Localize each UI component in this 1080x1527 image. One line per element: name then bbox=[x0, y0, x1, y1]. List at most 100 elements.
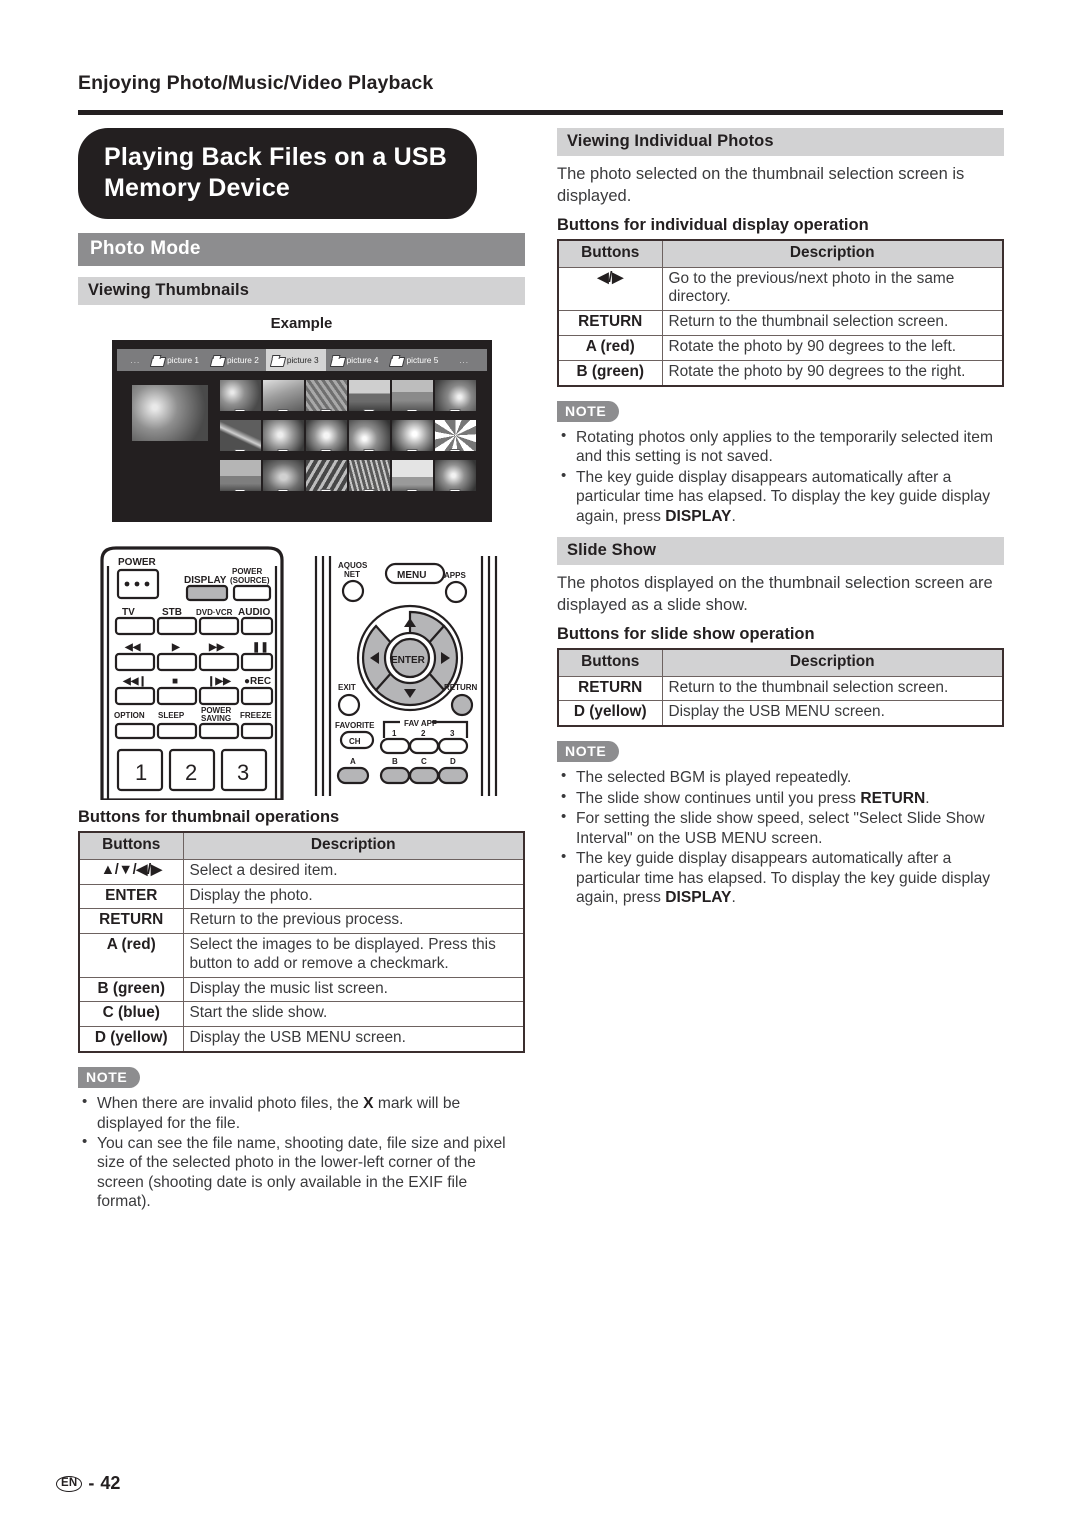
individual-display-operations-table: Buttons Description ◀/▶ Go to the previou… bbox=[557, 238, 1004, 387]
manual-page: Enjoying Photo/Music/Video Playback Play… bbox=[0, 0, 1080, 1527]
folder-tab[interactable]: picture 3 bbox=[265, 349, 326, 371]
apps-button bbox=[444, 580, 468, 604]
label-return: RETURN bbox=[444, 683, 478, 692]
table-row: B (green) Rotate the photo by 90 degrees … bbox=[557, 359, 1004, 387]
fav-app-3-button bbox=[437, 737, 469, 755]
viewing-individual-photos-body: The photo selected on the thumbnail sele… bbox=[557, 165, 965, 205]
cell-button: A (red) bbox=[557, 335, 663, 361]
prev-track-icon: ◀◀❙ bbox=[122, 676, 147, 687]
page-number: 42 bbox=[100, 1473, 121, 1493]
label-freeze: FREEZE bbox=[240, 711, 272, 720]
folder-tab[interactable]: picture 1 bbox=[146, 349, 206, 371]
label-power: POWER bbox=[118, 557, 157, 568]
thumbnail-operations-table: Buttons Description ▲/▼/◀/▶ Select a desi… bbox=[78, 831, 525, 1054]
label-display: DISPLAY bbox=[184, 575, 227, 586]
note-item: The key guide display disappears automat… bbox=[557, 848, 1004, 907]
cell-button: RETURN bbox=[557, 310, 663, 336]
remote-right-body bbox=[480, 556, 498, 796]
note-text: The key guide display disappears automat… bbox=[576, 468, 991, 525]
individual-display-table-heading: Buttons for individual display operation bbox=[557, 215, 869, 234]
label-ch: CH bbox=[349, 737, 361, 746]
thumbnail-cell[interactable] bbox=[305, 380, 347, 411]
note-emphasis: RETURN bbox=[860, 789, 926, 807]
return-button bbox=[450, 693, 474, 717]
right-column: Viewing Individual Photos The photo sele… bbox=[557, 128, 1004, 909]
thumbnail-cell[interactable] bbox=[262, 380, 304, 411]
folder-tab[interactable]: picture 2 bbox=[206, 349, 266, 371]
table-row: RETURN Return to the thumbnail selection … bbox=[557, 310, 1004, 336]
thumbnail-cell[interactable] bbox=[434, 420, 476, 451]
option-button bbox=[114, 722, 156, 740]
note-list: The selected BGM is played repeatedly.Th… bbox=[557, 767, 1004, 907]
checkmark-box bbox=[406, 449, 418, 451]
column-header-description: Description bbox=[661, 239, 1004, 268]
label-dvd-vcr: DVD·VCR bbox=[196, 608, 233, 617]
thumbnail-cell[interactable] bbox=[348, 380, 390, 411]
fav-app-1-button bbox=[379, 737, 411, 755]
thumbnail-cell[interactable] bbox=[434, 460, 476, 491]
note-badge: NOTE bbox=[557, 741, 620, 763]
prev-track-button bbox=[114, 686, 156, 706]
column-header-buttons: Buttons bbox=[557, 239, 663, 268]
label-exit: EXIT bbox=[338, 683, 356, 692]
column-header-buttons: Buttons bbox=[557, 648, 663, 677]
display-button bbox=[185, 584, 229, 602]
note-item: The key guide display disappears automat… bbox=[557, 467, 1004, 526]
folder-tab[interactable]: picture 4 bbox=[326, 349, 386, 371]
label-apps: APPS bbox=[444, 571, 466, 580]
table-body: RETURN Return to the thumbnail selection … bbox=[557, 675, 1004, 727]
thumbnail-row bbox=[219, 460, 478, 491]
note-badge: NOTE bbox=[557, 400, 620, 422]
cell-description: Select the images to be displayed. Press… bbox=[182, 933, 525, 978]
cell-description: Display the USB MENU screen. bbox=[661, 700, 1004, 727]
thumbnail-cell[interactable] bbox=[391, 460, 433, 491]
thumbnail-cell[interactable] bbox=[219, 380, 261, 411]
fast-forward-icon: ▶▶ bbox=[208, 642, 226, 653]
column-header-description: Description bbox=[661, 648, 1004, 677]
power-saving-button bbox=[198, 722, 240, 740]
fast-forward-button bbox=[198, 652, 240, 672]
thumbnail-cell[interactable] bbox=[391, 380, 433, 411]
thumbnail-cell[interactable] bbox=[262, 460, 304, 491]
play-icon: ▶ bbox=[171, 642, 181, 653]
thumbnail-cell[interactable] bbox=[305, 460, 347, 491]
cell-button: RETURN bbox=[557, 675, 663, 702]
folder-icon bbox=[390, 355, 403, 365]
checkmark-box bbox=[234, 409, 246, 411]
thumbnail-cell[interactable] bbox=[348, 460, 390, 491]
table-row: D (yellow) Display the USB MENU screen. bbox=[557, 700, 1004, 727]
folder-ellipsis-right: ... bbox=[459, 355, 469, 365]
thumbnail-cell[interactable] bbox=[219, 420, 261, 451]
cell-description: Display the USB MENU screen. bbox=[182, 1026, 525, 1053]
thumbnail-table-heading: Buttons for thumbnail operations bbox=[78, 808, 340, 826]
thumbnail-cell[interactable] bbox=[391, 420, 433, 451]
column-header-description: Description bbox=[182, 831, 525, 860]
label-favorite: FAVORITE bbox=[335, 721, 375, 730]
fav-app-2-button bbox=[408, 737, 440, 755]
checkmark-box bbox=[234, 489, 246, 491]
checkmark-box bbox=[320, 489, 332, 491]
note-item: For setting the slide show speed, select… bbox=[557, 808, 1004, 848]
thumbnail-cell[interactable] bbox=[305, 420, 347, 451]
thumbnail-cell[interactable] bbox=[262, 420, 304, 451]
label-fav-3: 3 bbox=[450, 729, 455, 738]
cell-description: Return to the thumbnail selection screen… bbox=[661, 675, 1004, 702]
note-block-thumbnails: NOTE When there are invalid photo files,… bbox=[78, 1067, 525, 1212]
label-fav-2: 2 bbox=[421, 729, 426, 738]
cell-button: ENTER bbox=[78, 883, 184, 910]
label-color-b: B bbox=[392, 757, 398, 766]
thumbnail-cell[interactable] bbox=[434, 380, 476, 411]
label-power-source-1: POWER bbox=[232, 567, 262, 576]
thumbnail-cell[interactable] bbox=[348, 420, 390, 451]
power-source-button bbox=[232, 584, 272, 602]
note-item: When there are invalid photo files, the … bbox=[78, 1093, 525, 1133]
record-button bbox=[240, 686, 274, 706]
label-sleep: SLEEP bbox=[158, 711, 185, 720]
folder-tab-bar: ... picture 1 picture 2 picture 3 picture 4… bbox=[116, 349, 487, 371]
label-power-saving-2: SAVING bbox=[201, 714, 231, 723]
note-text: When there are invalid photo files, the bbox=[97, 1095, 364, 1113]
cell-description: Rotate the photo by 90 degrees to the le… bbox=[661, 335, 1004, 361]
cell-description: Go to the previous/next photo in the sam… bbox=[661, 266, 1004, 312]
thumbnail-cell[interactable] bbox=[219, 460, 261, 491]
folder-tab[interactable]: picture 5 bbox=[385, 349, 445, 371]
